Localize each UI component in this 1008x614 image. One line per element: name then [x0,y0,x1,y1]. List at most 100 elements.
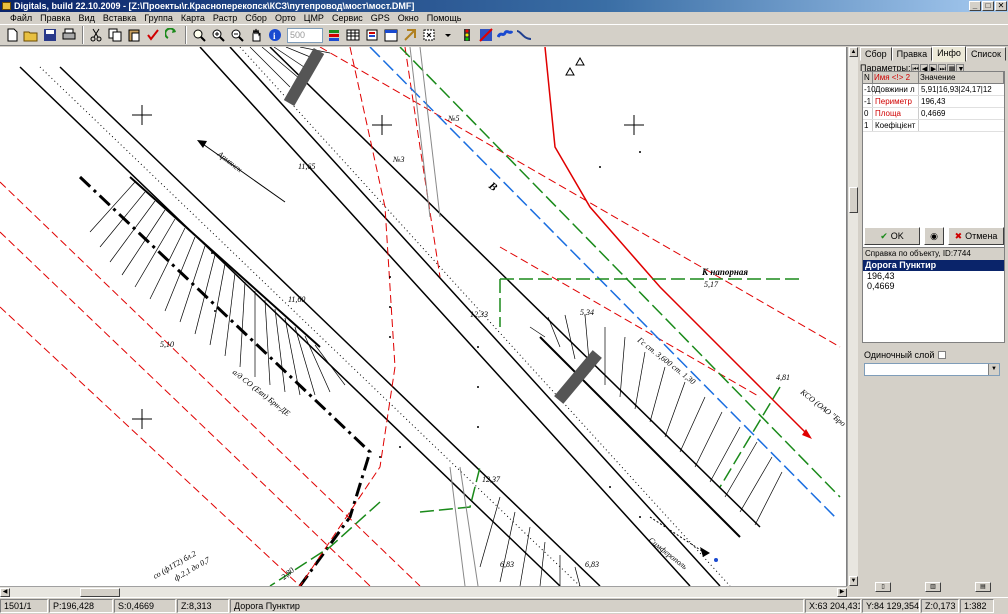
table-row[interactable]: 1 Коефіцієнт [863,120,1004,132]
layout-single-icon[interactable]: ▯ [875,582,891,592]
scroll-down-icon[interactable]: ▼ [849,576,858,586]
print-icon[interactable] [60,26,78,44]
map-vertical-scrollbar[interactable]: ▲ ▼ [847,47,858,586]
map-canvas[interactable]: Армянск Симферополь К напорная а/д СО (Е… [0,47,847,586]
wave-icon[interactable] [496,26,514,44]
scale-input[interactable]: 500 [287,27,323,43]
info-icon[interactable]: i [266,26,284,44]
calendar-icon[interactable] [382,26,400,44]
status-area: S:0,4669 [114,599,176,613]
check-icon: ✔ [880,231,888,241]
paste-icon[interactable] [125,26,143,44]
check-icon[interactable] [144,26,162,44]
single-layer-checkbox[interactable] [938,351,947,359]
layer-select[interactable]: ▼ [864,363,1000,376]
view-button[interactable]: ◉ [924,227,944,245]
new-file-icon[interactable] [3,26,21,44]
layers-icon[interactable] [325,26,343,44]
header-name[interactable]: Имя <!> 2 [873,72,919,84]
boundary-line [78,175,372,586]
row-value[interactable]: 196,43 [919,96,1004,107]
pan-hand-icon[interactable] [247,26,265,44]
ok-button[interactable]: ✔ OK [864,227,920,245]
attributes-grid[interactable]: N Имя <!> 2 Значение -10 Довжини л 5,91|… [862,71,1005,249]
embankment-hatch-left [89,176,346,396]
fence-lines [39,47,731,586]
tab-info[interactable]: Инфо [932,46,966,62]
table-icon[interactable] [344,26,362,44]
label-road-right: КСО (ОАО "Бро [798,387,847,428]
transform-icon[interactable] [401,26,419,44]
header-n: N [863,72,873,84]
layout-split-icon[interactable]: ▥ [925,582,941,592]
menu-ortho[interactable]: Орто [271,12,300,24]
scroll-up-icon[interactable]: ▲ [849,47,858,57]
cut-icon[interactable] [87,26,105,44]
menu-group[interactable]: Группа [140,12,177,24]
label-n5: №5 [447,114,460,123]
menu-gps[interactable]: GPS [367,12,394,24]
open-folder-icon[interactable] [22,26,40,44]
chevron-down-icon[interactable]: ▼ [988,364,999,375]
map-horizontal-scrollbar[interactable]: ◀ ▶ [0,586,847,597]
table-row[interactable]: -10 Довжини л 5,91|16,93|24,17|12 [863,84,1004,96]
menu-insert[interactable]: Вставка [99,12,140,24]
cancel-button[interactable]: ✖ Отмена [948,227,1004,245]
menu-raster[interactable]: Растр [209,12,241,24]
layout-list-icon[interactable]: ▤ [975,582,991,592]
close-button[interactable]: ✕ [995,1,1007,11]
tree-symbols [565,56,585,76]
dropdown-arrow-icon[interactable] [439,26,457,44]
scroll-left-icon[interactable]: ◀ [0,588,10,597]
map-drawing[interactable]: Армянск Симферополь К напорная а/д СО (Е… [0,47,847,586]
redo-icon[interactable] [163,26,181,44]
raster-icon[interactable] [477,26,495,44]
menu-dem[interactable]: ЦМР [300,12,328,24]
table-row[interactable]: -1 Периметр 196,43 [863,96,1004,108]
zoom-window-icon[interactable] [190,26,208,44]
info-selected-item[interactable]: Дорога Пунктир [863,260,1004,271]
save-icon[interactable] [41,26,59,44]
row-name: Площа [873,108,919,119]
menu-window[interactable]: Окно [394,12,423,24]
menu-file[interactable]: Файл [6,12,36,24]
menu-edit[interactable]: Правка [36,12,74,24]
toolbar-separator [82,26,84,44]
tab-collect[interactable]: Сбор [860,47,892,61]
row-value[interactable]: 5,91|16,93|24,17|12 [919,84,1004,95]
survey-points [211,151,641,518]
label-armyansk: Армянск [215,149,244,174]
minimize-button[interactable]: _ [969,1,981,11]
row-value[interactable] [919,120,1004,131]
menu-view[interactable]: Вид [75,12,99,24]
status-x: X:63 204,431 [805,599,861,613]
tab-list[interactable]: Список [965,47,1006,61]
zoom-out-icon[interactable] [228,26,246,44]
grid-header: N Имя <!> 2 Значение [863,72,1004,84]
menu-collect[interactable]: Сбор [241,12,271,24]
vertical-scroll-thumb[interactable] [849,187,858,213]
info-line: 196,43 [867,271,895,281]
status-bar: 1501/1 P:196,428 S:0,4669 Z:8,313 Дорога… [0,597,1008,614]
curve-icon[interactable] [515,26,533,44]
label-h2: 11,60 [288,295,305,304]
tab-edit[interactable]: Правка [891,47,933,61]
traffic-light-icon[interactable] [458,26,476,44]
menu-service[interactable]: Сервис [328,12,367,24]
object-info-box[interactable]: Справка по объекту, ID:7744 Дорога Пункт… [862,247,1005,343]
row-value[interactable]: 0,4669 [919,108,1004,119]
properties-icon[interactable] [363,26,381,44]
table-row[interactable]: 0 Площа 0,4669 [863,108,1004,120]
maximize-button[interactable]: □ [982,1,994,11]
app-icon [2,2,11,10]
copy-icon[interactable] [106,26,124,44]
horizontal-scroll-thumb[interactable] [80,588,120,597]
menu-help[interactable]: Помощь [423,12,466,24]
grid-cross-markers [132,105,644,429]
zoom-in-icon[interactable] [209,26,227,44]
label-pressure: К напорная [701,267,748,277]
scroll-right-icon[interactable]: ▶ [837,588,847,597]
menu-map[interactable]: Карта [177,12,209,24]
select-tool-icon[interactable] [420,26,438,44]
road-edges [19,47,761,586]
